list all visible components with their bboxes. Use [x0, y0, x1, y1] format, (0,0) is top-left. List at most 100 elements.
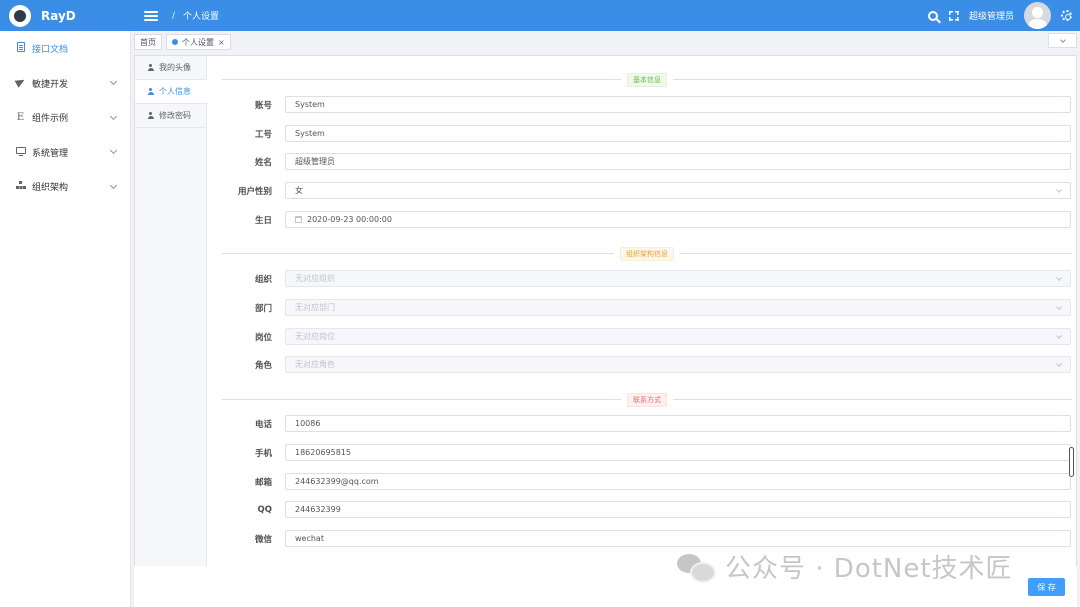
form-row-department: 部门 无对应部门 [207, 299, 1076, 316]
chevron-down-icon [109, 78, 118, 86]
sidebar-item-label: 敏捷开发 [32, 79, 69, 90]
field-label: 岗位 [254, 332, 272, 343]
active-dot-icon [172, 39, 178, 45]
search-icon[interactable] [927, 10, 938, 21]
sidebar-item-agile-dev[interactable]: 敏捷开发 [0, 66, 130, 101]
form-row-mobile: 手机 18620695815 [207, 444, 1076, 461]
qq-input[interactable]: 244632399 [285, 501, 1071, 518]
field-label: 用户性别 [237, 186, 272, 197]
avatar[interactable] [1024, 2, 1051, 29]
email-input[interactable]: 244632399@qq.com [285, 473, 1071, 490]
chevron-down-icon [1056, 275, 1062, 281]
field-label: 生日 [254, 215, 272, 226]
fullscreen-icon[interactable] [948, 10, 959, 21]
brand[interactable]: RayD [0, 0, 131, 31]
paper-plane-icon [14, 76, 27, 88]
birthday-datepicker[interactable]: 2020-09-23 00:00:00 [285, 211, 1071, 228]
brand-name: RayD [41, 8, 76, 23]
watermark: 公众号 · DotNet技术匠 [675, 548, 1013, 585]
sidebar-item-system[interactable]: 系统管理 [0, 135, 130, 170]
tab-my-avatar[interactable]: 我的头像 [135, 56, 206, 80]
menu-toggle-icon[interactable] [144, 10, 158, 21]
section-divider-contact: 联系方式 [222, 393, 1072, 407]
form-row-role: 角色 无对应角色 [207, 356, 1076, 373]
department-select[interactable]: 无对应部门 [285, 299, 1071, 316]
form-row-employee-no: 工号 System [207, 125, 1076, 142]
tabs-bar: 首页 个人设置 × [131, 31, 1080, 53]
tab-label: 个人设置 [182, 37, 214, 47]
organization-select[interactable]: 无对应组织 [285, 270, 1071, 287]
field-label: 账号 [254, 100, 272, 111]
field-label: 部门 [254, 303, 272, 314]
close-icon[interactable]: × [218, 38, 225, 47]
tab-home[interactable]: 首页 [134, 34, 162, 50]
gender-select[interactable]: 女 [285, 182, 1071, 199]
sidebar-item-api-docs[interactable]: 接口文档 [0, 32, 130, 67]
document-icon [16, 42, 25, 53]
form-row-phone: 电话 10086 [207, 415, 1076, 432]
breadcrumb: 个人设置 [183, 12, 220, 22]
tab-label: 修改密码 [159, 111, 191, 120]
sidebar-item-org[interactable]: 组织架构 [0, 170, 130, 205]
gear-icon[interactable] [1061, 10, 1072, 21]
tab-personal-info[interactable]: 个人信息 [135, 80, 207, 104]
sidebar: 接口文档 敏捷开发 E 组件示例 系统管理 组织架构 [0, 31, 131, 607]
user-icon [147, 88, 154, 95]
tabs-dropdown-button[interactable] [1048, 33, 1077, 48]
org-chart-icon [15, 181, 26, 190]
top-bar: RayD / 个人设置 超级管理员 [0, 0, 1080, 31]
settings-tabs: 我的头像 个人信息 修改密码 [135, 56, 207, 588]
personal-info-form: 基本信息 账号 System 工号 System 姓名 超级管理员 用户性别 女 [207, 56, 1076, 588]
name-input[interactable]: 超级管理员 [285, 153, 1071, 170]
main-area: 首页 个人设置 × 我的头像 个人信息 修改密码 基本信息 账号 System … [131, 31, 1080, 607]
chevron-down-icon [1056, 304, 1062, 310]
user-icon [147, 112, 154, 119]
chevron-down-icon [109, 181, 118, 189]
calendar-icon [295, 216, 302, 223]
tab-label: 首页 [140, 37, 156, 47]
form-row-organization: 组织 无对应组织 [207, 270, 1076, 287]
scrollbar-thumb[interactable] [1069, 447, 1074, 477]
tab-change-password[interactable]: 修改密码 [135, 104, 206, 128]
username[interactable]: 超级管理员 [969, 9, 1014, 22]
chevron-down-icon [1056, 333, 1062, 339]
form-row-account: 账号 System [207, 96, 1076, 113]
mobile-input[interactable]: 18620695815 [285, 444, 1071, 461]
form-row-position: 岗位 无对应岗位 [207, 328, 1076, 345]
form-row-name: 姓名 超级管理员 [207, 153, 1076, 170]
section-title: 联系方式 [627, 393, 667, 407]
chevron-down-icon [1059, 36, 1066, 43]
position-select[interactable]: 无对应岗位 [285, 328, 1071, 345]
field-label: 电话 [254, 419, 272, 430]
employee-no-input[interactable]: System [285, 125, 1071, 142]
sidebar-item-label: 系统管理 [32, 148, 69, 159]
account-input[interactable]: System [285, 96, 1071, 113]
field-label: 手机 [254, 448, 272, 459]
sidebar-item-components[interactable]: E 组件示例 [0, 101, 130, 136]
role-select[interactable]: 无对应角色 [285, 356, 1071, 373]
chevron-down-icon [1056, 187, 1062, 193]
field-label: 角色 [254, 360, 272, 371]
section-divider-org: 组织架构信息 [222, 247, 1072, 261]
phone-input[interactable]: 10086 [285, 415, 1071, 432]
sidebar-item-label: 组件示例 [32, 114, 69, 125]
chevron-down-icon [109, 147, 118, 155]
letter-e-icon: E [16, 112, 25, 124]
wechat-logo-icon [675, 552, 716, 583]
save-button[interactable]: 保 存 [1028, 578, 1065, 596]
section-title: 组织架构信息 [620, 247, 674, 261]
breadcrumb-separator: / [172, 10, 176, 21]
monitor-icon [15, 147, 26, 157]
wechat-input[interactable]: wechat [285, 530, 1071, 547]
tab-label: 个人信息 [159, 87, 191, 96]
chevron-down-icon [109, 112, 118, 120]
tab-personal-settings[interactable]: 个人设置 × [166, 34, 231, 50]
sidebar-item-label: 接口文档 [32, 45, 69, 56]
form-row-qq: QQ 244632399 [207, 501, 1076, 518]
sidebar-item-label: 组织架构 [32, 183, 69, 194]
field-label: 姓名 [254, 157, 272, 168]
section-divider-basic: 基本信息 [222, 73, 1072, 87]
field-label: 组织 [254, 274, 272, 285]
logo-icon [9, 4, 31, 27]
field-label: QQ [257, 504, 272, 515]
